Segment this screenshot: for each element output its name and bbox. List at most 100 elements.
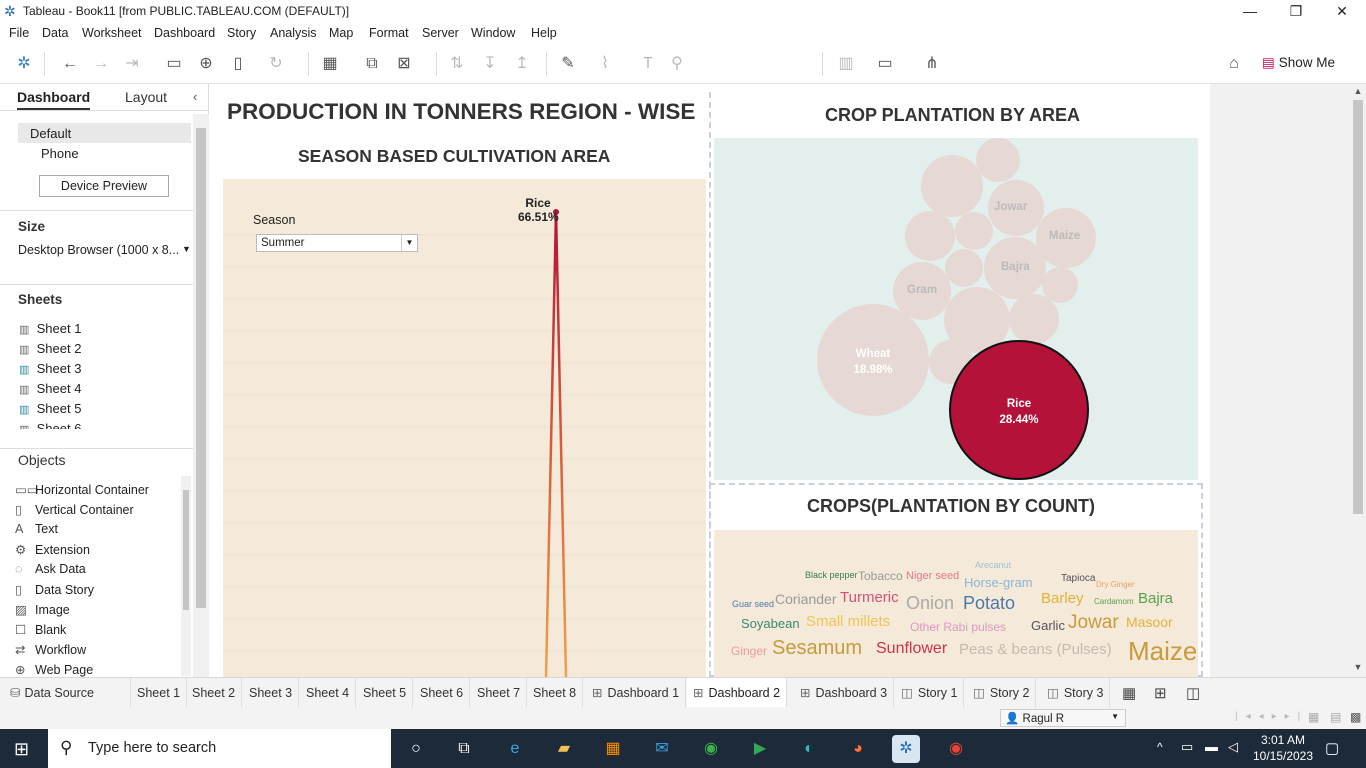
group-icon[interactable]: ⌇ bbox=[593, 52, 617, 76]
tab-sheet-1[interactable]: Sheet 1 bbox=[131, 678, 188, 708]
season-filter-dropdown[interactable]: Summer ▼ bbox=[256, 234, 418, 252]
save-icon[interactable]: ▭ bbox=[162, 52, 186, 76]
menu-server[interactable]: Server bbox=[422, 26, 459, 40]
menu-file[interactable]: File bbox=[9, 26, 29, 40]
object-data-story[interactable]: ▯ Data Story bbox=[15, 582, 94, 597]
undo-icon[interactable]: ← bbox=[58, 52, 82, 76]
chevron-down-icon[interactable]: ▼ bbox=[401, 235, 417, 251]
sheet-item[interactable]: ▥ Sheet 1 bbox=[19, 321, 81, 336]
duplicate-icon[interactable]: ⧉ bbox=[360, 52, 384, 76]
edge-dev-icon[interactable]: ◐ bbox=[795, 735, 823, 763]
object-vertical-container[interactable]: ▯ Vertical Container bbox=[15, 502, 134, 517]
tableau-taskbar-icon[interactable]: ✲ bbox=[892, 735, 920, 763]
menu-map[interactable]: Map bbox=[329, 26, 353, 40]
new-datasource-icon[interactable]: ⊕ bbox=[194, 52, 218, 76]
clock[interactable]: 3:01 AM 10/15/2023 bbox=[1252, 732, 1314, 764]
tray-chevron-icon[interactable]: ^ bbox=[1157, 740, 1163, 754]
chrome-profile-icon[interactable]: ◉ bbox=[942, 735, 970, 763]
mail-icon[interactable]: ✉ bbox=[648, 735, 676, 763]
object-blank[interactable]: ☐ Blank bbox=[15, 622, 66, 637]
tab-sheet-5[interactable]: Sheet 5 bbox=[357, 678, 414, 708]
device-default[interactable]: Default bbox=[18, 123, 191, 143]
chevron-down-icon[interactable]: ▼ bbox=[182, 244, 191, 254]
user-dropdown[interactable]: 👤 Ragul R ▼ bbox=[1000, 709, 1126, 727]
tab-sheet-4[interactable]: Sheet 4 bbox=[300, 678, 357, 708]
tab-dashboard-1[interactable]: ⊞ Dashboard 1 bbox=[586, 678, 687, 708]
cortana-icon[interactable]: ○ bbox=[402, 735, 430, 763]
notifications-icon[interactable]: ▢ bbox=[1325, 739, 1339, 757]
object-image[interactable]: ▨ Image bbox=[15, 602, 70, 617]
menu-worksheet[interactable]: Worksheet bbox=[82, 26, 142, 40]
highlight-icon[interactable]: ✎ bbox=[556, 52, 580, 76]
menu-analysis[interactable]: Analysis bbox=[270, 26, 317, 40]
tab-story-3[interactable]: ◫ Story 3 bbox=[1041, 678, 1111, 708]
sort-asc-icon[interactable]: ↧ bbox=[478, 52, 502, 76]
restore-icon[interactable]: ❐ bbox=[1273, 0, 1319, 23]
menu-dashboard[interactable]: Dashboard bbox=[154, 26, 215, 40]
tab-story-2[interactable]: ◫ Story 2 bbox=[967, 678, 1037, 708]
show-me-button[interactable]: ▤ Show Me bbox=[1262, 55, 1335, 71]
tab-sheet-3[interactable]: Sheet 3 bbox=[243, 678, 300, 708]
left-pane-scrollbar[interactable] bbox=[193, 114, 209, 677]
filmstrip-view-icon[interactable]: ▩ bbox=[1350, 710, 1361, 724]
refresh-icon[interactable]: ↻ bbox=[264, 52, 288, 76]
tab-data-source[interactable]: ⛁ Data Source bbox=[0, 678, 131, 708]
new-worksheet-icon[interactable]: ▦ bbox=[318, 52, 342, 76]
menu-window[interactable]: Window bbox=[471, 26, 515, 40]
edge-icon[interactable]: e bbox=[501, 735, 529, 763]
size-dropdown[interactable]: Desktop Browser (1000 x 8... bbox=[18, 243, 179, 257]
new-worksheet-icon[interactable]: ▦ bbox=[1122, 684, 1136, 702]
marks-highlight-icon[interactable]: ⌂ bbox=[1222, 52, 1246, 76]
network-icon[interactable]: ▭ bbox=[1181, 739, 1193, 755]
sheet-item[interactable]: ▥ Sheet 6 bbox=[19, 421, 81, 429]
store-icon[interactable]: ▦ bbox=[599, 735, 627, 763]
swap-icon[interactable]: ⇅ bbox=[445, 52, 469, 76]
tab-sheet-7[interactable]: Sheet 7 bbox=[471, 678, 528, 708]
volume-icon[interactable]: ◁ bbox=[1228, 739, 1238, 755]
play-store-icon[interactable]: ▶ bbox=[746, 735, 774, 763]
sheet-item[interactable]: ▥ Sheet 4 bbox=[19, 381, 81, 396]
share-icon[interactable]: ⋔ bbox=[920, 52, 944, 76]
tab-dashboard[interactable]: Dashboard bbox=[17, 89, 91, 110]
object-ask-data[interactable]: ◌ Ask Data bbox=[15, 562, 86, 576]
tab-sheet-6[interactable]: Sheet 6 bbox=[414, 678, 471, 708]
grid-view-icon[interactable]: ▦ bbox=[1308, 710, 1319, 724]
tab-sheet-2[interactable]: Sheet 2 bbox=[186, 678, 243, 708]
object-horizontal-container[interactable]: ▭▭Horizontal Container bbox=[15, 482, 149, 497]
tab-layout[interactable]: Layout bbox=[125, 89, 167, 105]
new-story-icon[interactable]: ◫ bbox=[1186, 684, 1200, 702]
windows-start-icon[interactable]: ⊞ bbox=[14, 739, 29, 760]
sort-desc-icon[interactable]: ↥ bbox=[510, 52, 534, 76]
canvas-scrollbar[interactable]: ▲ ▼ bbox=[1350, 84, 1366, 677]
file-explorer-icon[interactable]: ▰ bbox=[550, 735, 578, 763]
sheet-item[interactable]: ▥ Sheet 3 bbox=[19, 361, 81, 376]
tableau-home-icon[interactable]: ✲ bbox=[12, 52, 36, 76]
object-extension[interactable]: ⚙ Extension bbox=[15, 542, 90, 557]
tab-dashboard-3[interactable]: ⊞ Dashboard 3 bbox=[794, 678, 895, 708]
pin-icon[interactable]: ⚲ bbox=[665, 52, 689, 76]
presentation-icon[interactable]: ▭ bbox=[873, 52, 897, 76]
tab-story-1[interactable]: ◫ Story 1 bbox=[895, 678, 965, 708]
firefox-icon[interactable]: ◕ bbox=[844, 735, 872, 763]
menu-story[interactable]: Story bbox=[227, 26, 256, 40]
object-text[interactable]: A Text bbox=[15, 522, 58, 536]
device-phone[interactable]: Phone bbox=[41, 146, 79, 161]
sheet-item[interactable]: ▥ Sheet 2 bbox=[19, 341, 81, 356]
battery-icon[interactable]: ▬ bbox=[1205, 739, 1218, 754]
collapse-pane-icon[interactable]: ‹ bbox=[193, 89, 197, 104]
object-workflow[interactable]: ⇄ Workflow bbox=[15, 642, 86, 657]
sheet-item[interactable]: ▥ Sheet 5 bbox=[19, 401, 81, 416]
label-icon[interactable]: T bbox=[636, 52, 660, 76]
task-view-icon[interactable]: ⧉ bbox=[450, 735, 478, 763]
minimize-icon[interactable]: — bbox=[1227, 0, 1273, 23]
menu-help[interactable]: Help bbox=[531, 26, 557, 40]
close-icon[interactable]: ✕ bbox=[1319, 0, 1365, 23]
taskbar-search[interactable]: ⚲ Type here to search bbox=[48, 729, 391, 768]
objects-scrollbar[interactable] bbox=[181, 476, 191, 676]
show-cards-icon[interactable]: ▥ bbox=[834, 52, 858, 76]
redo-icon[interactable]: → bbox=[89, 52, 113, 76]
device-preview-button[interactable]: Device Preview bbox=[39, 175, 169, 197]
menu-data[interactable]: Data bbox=[42, 26, 68, 40]
clear-sheet-icon[interactable]: ⊠ bbox=[392, 52, 416, 76]
chrome-icon[interactable]: ◉ bbox=[697, 735, 725, 763]
